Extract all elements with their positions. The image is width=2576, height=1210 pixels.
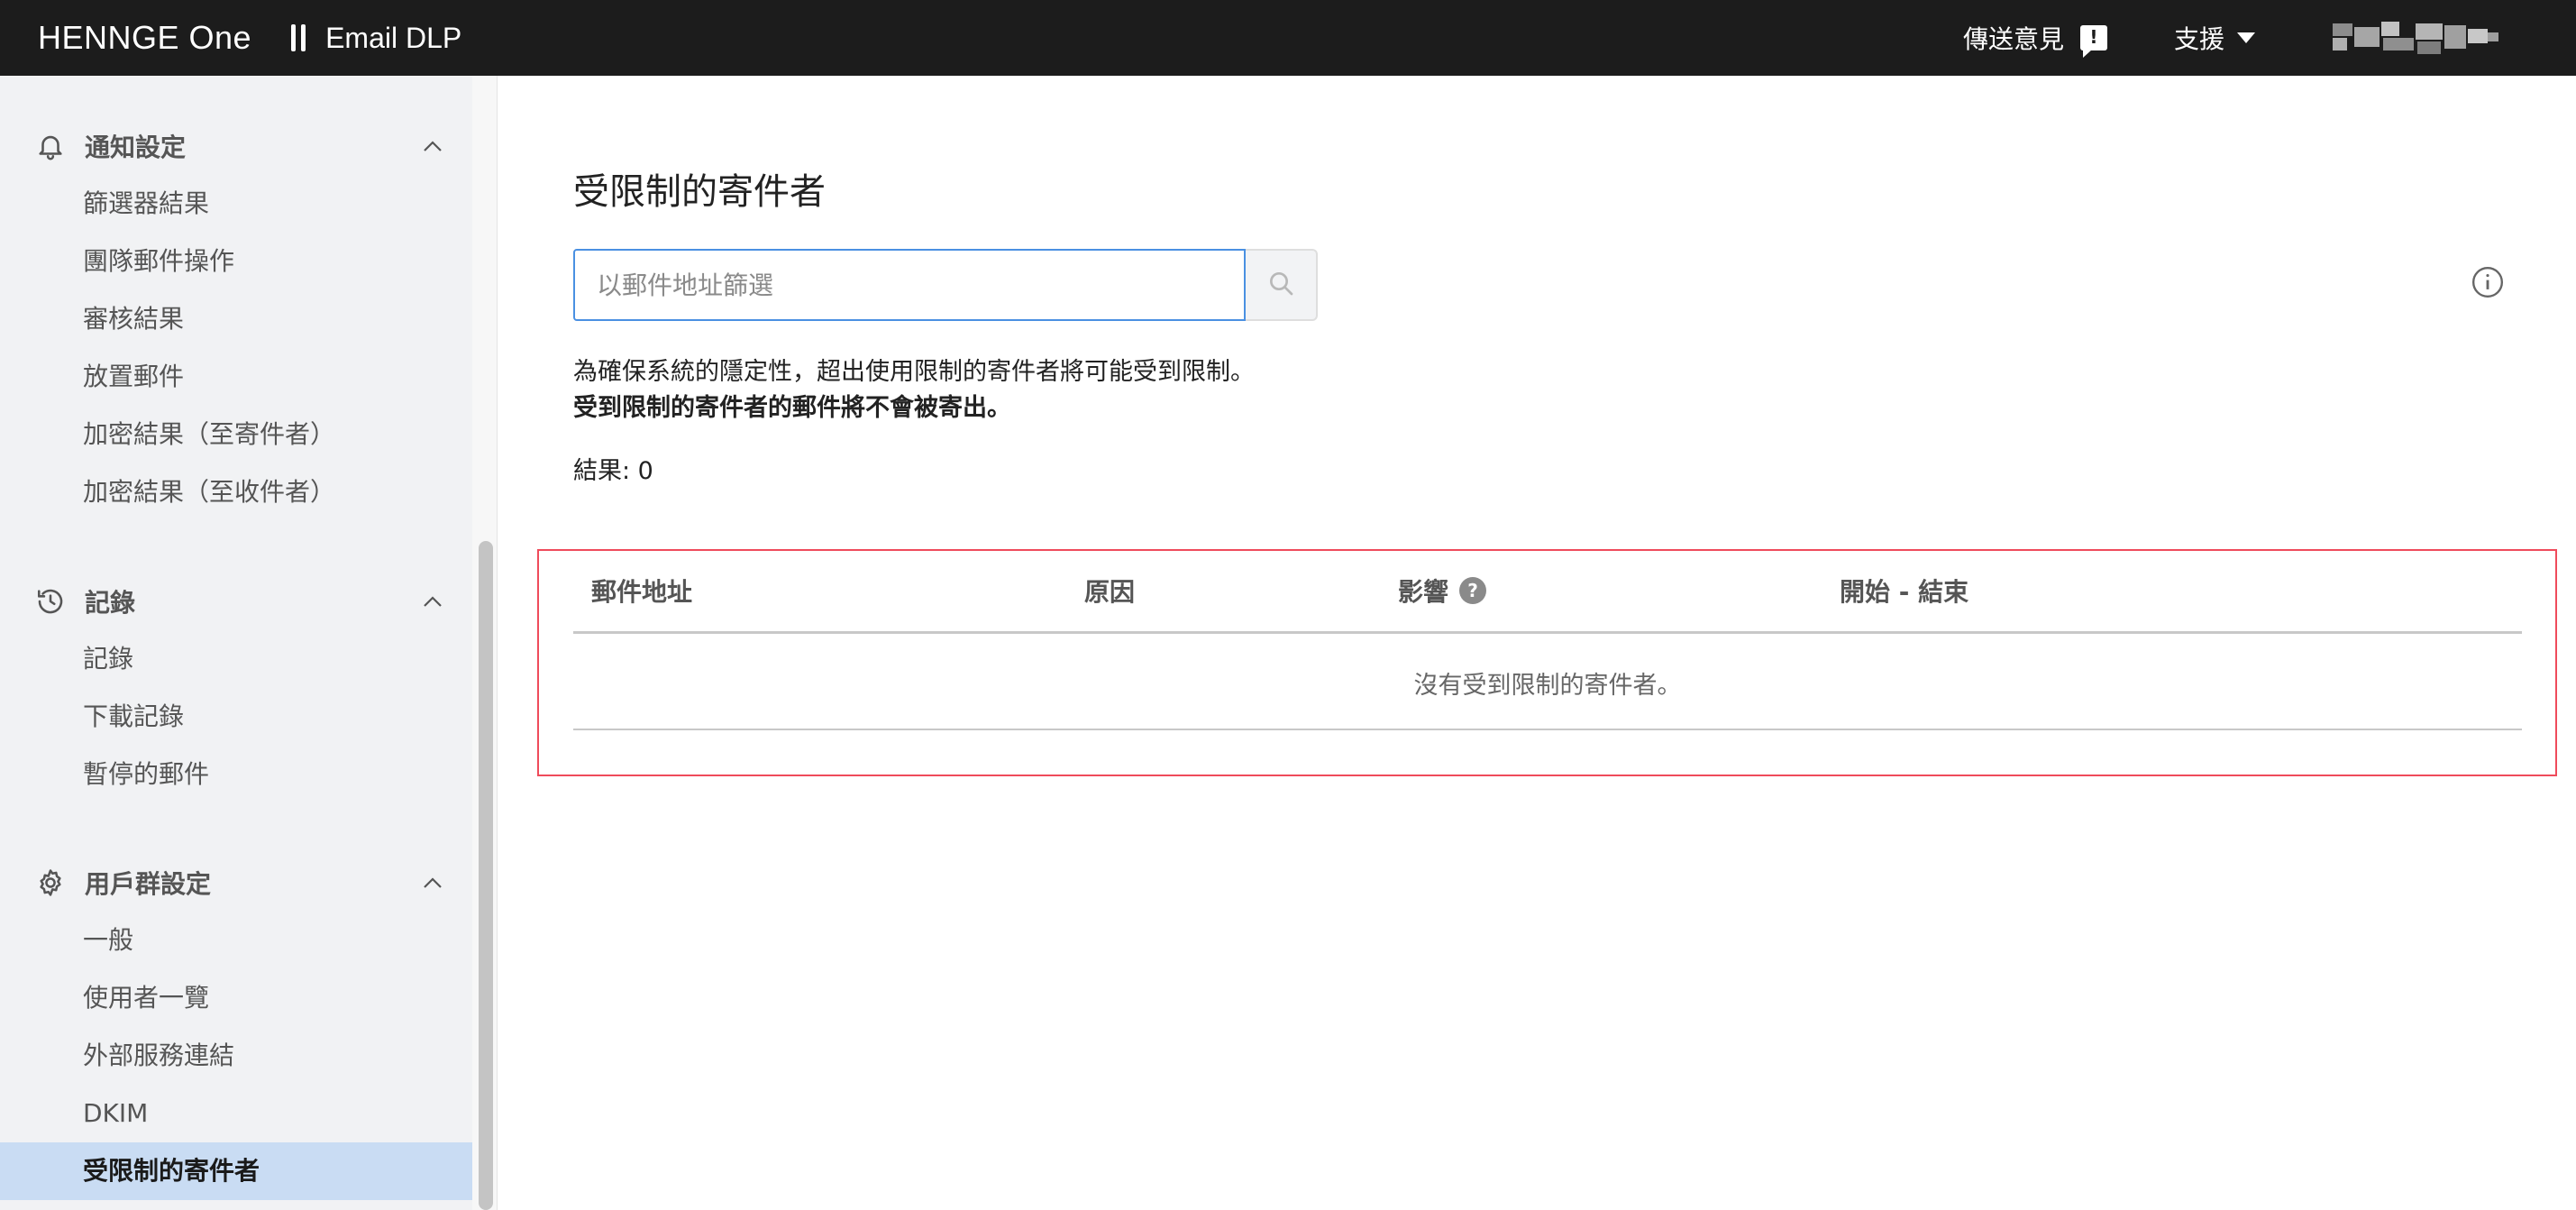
help-icon[interactable]: ? [1459,577,1487,604]
sidebar-section-header-logs[interactable]: 記錄 [0,573,472,630]
top-bar: HENNGE One Email DLP 傳送意見 ! 支援 [0,0,2576,76]
sidebar-item-held-mail[interactable]: 放置郵件 [0,348,472,406]
info-icon[interactable] [2471,265,2505,299]
column-header-label: 影響 [1398,577,1449,607]
notice-text-bold: 受到限制的寄件者的郵件將不會被寄出。 [573,394,1011,422]
column-header-impact[interactable]: 影響 ? [1398,573,1487,609]
sidebar-item-restricted-senders[interactable]: 受限制的寄件者 [0,1142,472,1200]
brand-logo: HENNGE One [38,19,252,56]
page-title: 受限制的寄件者 [573,171,826,213]
sidebar-section-tenant-settings: 用戶群設定 一般 使用者一覽 外部服務連結 DKIM 受限制的寄件者 [0,854,472,1200]
top-right-actions: 傳送意見 ! 支援 [1963,0,2576,76]
restricted-senders-table: 郵件地址 原因 影響 ? 開始 - 結束 沒有受到限制的寄件者。 [537,549,2557,776]
sidebar-section-title: 通知設定 [85,133,187,162]
sidebar-section-header-tenant-settings[interactable]: 用戶群設定 [0,854,472,912]
sidebar-item-download-logs[interactable]: 下載記錄 [0,688,472,746]
column-header-email[interactable]: 郵件地址 [591,573,692,609]
column-header-label: 原因 [1084,577,1136,607]
sidebar-section-header-notifications[interactable]: 通知設定 [0,117,472,175]
column-header-start-end[interactable]: 開始 - 結束 [1840,573,1969,609]
brand-separator-icon [291,24,306,51]
search-input[interactable] [573,249,1247,321]
chevron-up-icon[interactable] [415,865,451,901]
sidebar: 通知設定 篩選器結果 團隊郵件操作 審核結果 放置郵件 加密結果（至寄件者） 加… [0,76,472,1210]
gear-icon [34,866,67,899]
sidebar-item-filter-results[interactable]: 篩選器結果 [0,175,472,233]
table-empty-row: 沒有受到限制的寄件者。 [573,637,2522,730]
support-label: 支援 [2173,24,2224,54]
brand[interactable]: HENNGE One Email DLP [38,0,461,76]
column-header-label: 開始 - 結束 [1840,577,1969,607]
chevron-up-icon[interactable] [415,128,451,164]
main-content: 受限制的寄件者 為確保系統的隱定性，超出使用限制的寄件者將可能受到限制。 受到限… [498,76,2576,1210]
sidebar-item-logs[interactable]: 記錄 [0,630,472,688]
result-count: 結果: 0 [573,457,653,485]
history-icon [34,585,67,618]
sidebar-item-encryption-results-sender[interactable]: 加密結果（至寄件者） [0,406,472,463]
notice-text: 為確保系統的隱定性，超出使用限制的寄件者將可能受到限制。 [573,358,1255,386]
empty-message: 沒有受到限制的寄件者。 [1413,671,1682,700]
support-menu[interactable]: 支援 [2174,20,2255,56]
sidebar-item-external-services[interactable]: 外部服務連結 [0,1027,472,1085]
search-icon [1266,269,1295,301]
sidebar-item-review-results[interactable]: 審核結果 [0,290,472,348]
bell-icon [34,130,67,162]
user-account-menu[interactable] [2333,20,2498,56]
caret-down-icon [2237,32,2255,43]
table-header: 郵件地址 原因 影響 ? 開始 - 結束 [573,551,2522,634]
sidebar-item-encryption-results-recipient[interactable]: 加密結果（至收件者） [0,463,472,521]
sidebar-section-title: 用戶群設定 [85,869,212,899]
product-name: Email DLP [325,21,462,54]
sidebar-item-general[interactable]: 一般 [0,912,472,969]
feedback-button[interactable]: 傳送意見 ! [1962,20,2107,58]
search-bar [573,249,1318,321]
sidebar-item-user-list[interactable]: 使用者一覽 [0,969,472,1027]
search-button[interactable] [1246,249,1318,321]
feedback-label: 傳送意見 [1962,24,2064,54]
chevron-up-icon[interactable] [415,583,451,619]
sidebar-section-logs: 記錄 記錄 下載記錄 暫停的郵件 [0,573,472,803]
sidebar-item-team-mail-operations[interactable]: 團隊郵件操作 [0,233,472,290]
sidebar-section-notifications: 通知設定 篩選器結果 團隊郵件操作 審核結果 放置郵件 加密結果（至寄件者） 加… [0,117,472,521]
column-header-reason[interactable]: 原因 [1084,573,1135,609]
feedback-icon: ! [2079,25,2107,58]
sidebar-item-suspended-mail[interactable]: 暫停的郵件 [0,746,472,803]
sidebar-item-dkim[interactable]: DKIM [0,1085,472,1142]
sidebar-scrollbar-thumb[interactable] [479,541,493,1210]
column-header-label: 郵件地址 [591,577,693,607]
sidebar-section-title: 記錄 [85,588,136,618]
